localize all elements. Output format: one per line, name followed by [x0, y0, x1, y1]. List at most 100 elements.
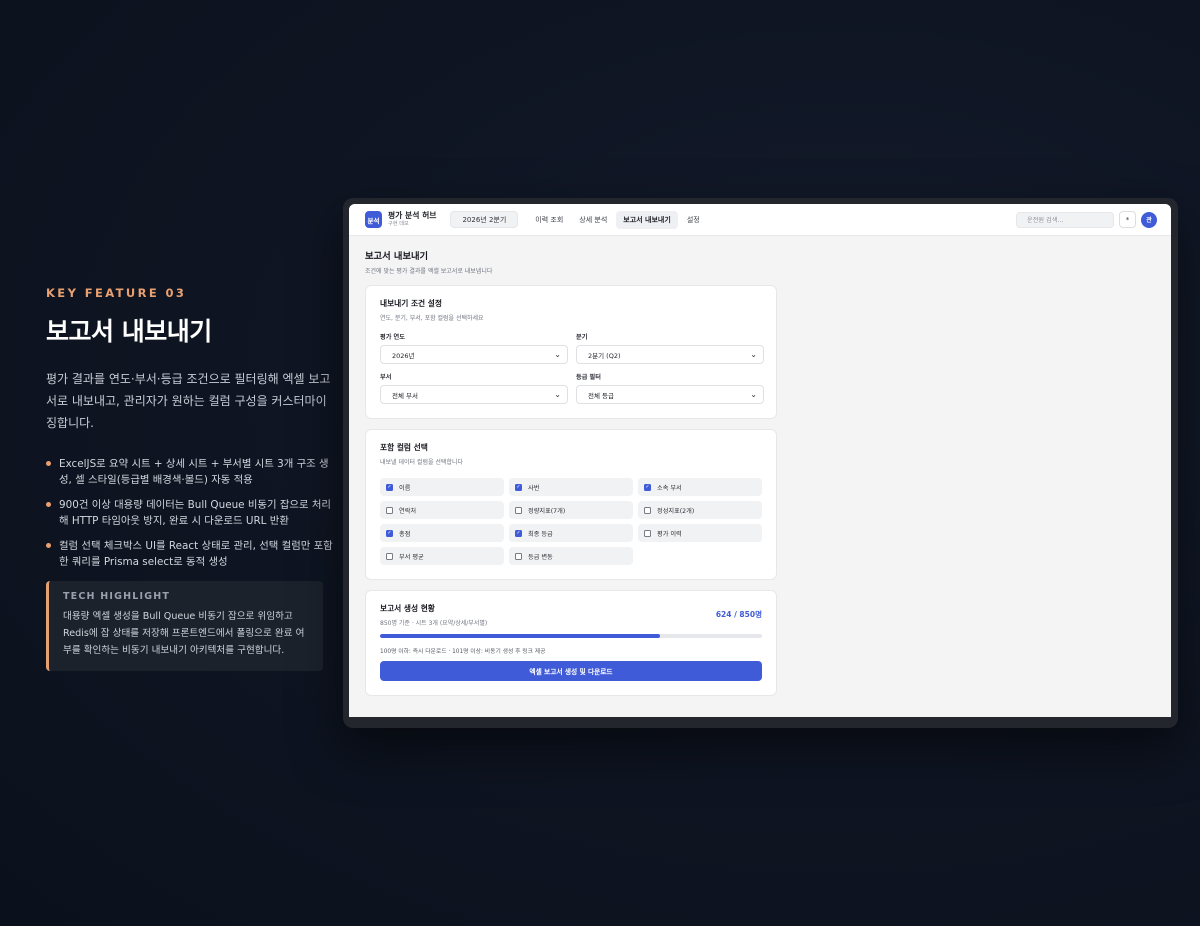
column-checkbox-item[interactable]: ✓ 총점 — [380, 524, 504, 542]
checkbox-unchecked-icon[interactable] — [515, 552, 522, 560]
column-checkbox-label: 정성지표(2개) — [657, 507, 695, 515]
column-checkbox-item[interactable]: 부서 평균 — [380, 547, 504, 565]
field-grade: 등급 필터 전체 등급 ⌄ — [576, 372, 764, 404]
column-checkbox-label: 최종 등급 — [528, 530, 553, 538]
main-nav: 이력 조회 상세 분석 보고서 내보내기 설정 — [528, 210, 708, 229]
main-content: 보고서 내보내기 조건에 맞는 평가 결과를 엑셀 보고서로 내보냅니다 내보내… — [349, 236, 1171, 708]
column-checkbox-label: 소속 부서 — [657, 484, 682, 492]
column-checkbox-label: 사번 — [528, 484, 540, 492]
chevron-down-icon: ⌄ — [554, 389, 561, 399]
column-checkbox-item[interactable]: 연락처 — [380, 501, 504, 519]
column-checkbox-label: 평가 이력 — [657, 530, 682, 538]
field-label: 평가 연도 — [380, 334, 405, 341]
card-title: 내보내기 조건 설정 — [380, 299, 442, 308]
brand-subtitle: 구현 데모 — [388, 220, 409, 227]
generate-download-button[interactable]: 엑셀 보고서 생성 및 다운로드 — [380, 661, 762, 681]
field-label: 부서 — [380, 374, 392, 381]
column-checkbox-grid: ✓ 이름 ✓ 사번 ✓ 소속 부서연락처 정량지표(7개) 정성지표(2개) ✓ 총점 ✓ 최종 등급… — [380, 478, 762, 565]
conditions-form: 평가 연도 2026년 ⌄ 분기 2분기 (Q2) ⌄ 부서 전체 부서 ⌄ 등급 필… — [380, 332, 764, 404]
top-navigation-bar: 분석 평가 분석 허브 구현 데모 2026년 2분기 이력 조회 상세 분석 … — [349, 204, 1171, 236]
page-title: 보고서 내보내기 — [365, 251, 429, 262]
feature-description: 평가 결과를 연도·부서·등급 조건으로 필터링해 엑셀 보고서로 내보내고, … — [46, 372, 331, 430]
card-title: 보고서 생성 현황 — [380, 604, 435, 613]
field-department: 부서 전체 부서 ⌄ — [380, 372, 568, 404]
feature-bullet: 900건 이상 대용량 데이터는 Bull Queue 비동기 잡으로 처리해 … — [46, 497, 336, 529]
logo-icon[interactable]: 분석 — [365, 211, 382, 228]
status-note: 100명 이하: 즉시 다운로드 · 101명 이상: 비동기 생성 후 링크 … — [380, 649, 546, 655]
year-select[interactable]: 2026년 ⌄ — [380, 345, 568, 364]
column-checkbox-item[interactable]: ✓ 최종 등급 — [509, 524, 633, 542]
checkbox-checked-icon[interactable]: ✓ — [386, 529, 393, 537]
column-checkbox-label: 부서 평균 — [399, 553, 424, 561]
column-checkbox-item[interactable]: 정성지표(2개) — [638, 501, 762, 519]
column-checkbox-label: 등급 변동 — [528, 553, 553, 561]
column-checkbox-item[interactable]: ✓ 소속 부서 — [638, 478, 762, 496]
checkbox-unchecked-icon[interactable] — [644, 529, 651, 537]
tech-highlight-title: TECH HIGHLIGHT — [63, 591, 171, 602]
column-checkbox-label: 이름 — [399, 484, 411, 492]
feature-bullet: ExcelJS로 요약 시트 + 상세 시트 + 부서별 시트 3개 구조 생성… — [46, 456, 336, 488]
status-header: 보고서 생성 현황 850명 기준 · 시트 3개 (요약/상세/부서별) 62… — [380, 603, 762, 627]
column-checkbox-item[interactable]: 정량지표(7개) — [509, 501, 633, 519]
brand: 평가 분석 허브 구현 데모 — [388, 211, 436, 229]
report-status-card: 보고서 생성 현황 850명 기준 · 시트 3개 (요약/상세/부서별) 62… — [365, 590, 777, 696]
checkbox-unchecked-icon[interactable] — [644, 506, 651, 514]
tech-highlight-box: TECH HIGHLIGHT 대용량 엑셀 생성을 Bull Queue 비동기… — [46, 581, 323, 671]
checkbox-checked-icon[interactable]: ✓ — [515, 483, 522, 491]
tech-highlight-body: 대용량 엑셀 생성을 Bull Queue 비동기 잡으로 위임하고 Redis… — [63, 611, 305, 656]
progress-fill — [380, 634, 661, 638]
column-checkbox-item[interactable]: 평가 이력 — [638, 524, 762, 542]
notification-icon[interactable]: * — [1119, 211, 1136, 228]
feature-eyebrow: KEY FEATURE 03 — [46, 286, 187, 300]
column-checkbox-label: 연락처 — [399, 507, 417, 515]
field-quarter: 분기 2분기 (Q2) ⌄ — [576, 332, 764, 364]
checkbox-unchecked-icon[interactable] — [386, 552, 393, 560]
brand-name: 평가 분석 허브 — [388, 210, 437, 220]
chevron-down-icon: ⌄ — [554, 349, 561, 359]
progress-bar — [380, 634, 762, 638]
chevron-down-icon: ⌄ — [750, 389, 757, 399]
bullet-dot-icon — [46, 543, 51, 548]
period-selector[interactable]: 2026년 2분기 — [450, 211, 519, 228]
column-checkbox-item[interactable]: ✓ 이름 — [380, 478, 504, 496]
card-title: 포함 컬럼 선택 — [380, 443, 428, 452]
top-right-controls: 운전원 검색... * 관 — [1016, 211, 1157, 228]
checkbox-unchecked-icon[interactable] — [386, 506, 393, 514]
column-checkbox-item[interactable]: 등급 변동 — [509, 547, 633, 565]
feature-bullet: 컬럼 선택 체크박스 UI를 React 상태로 관리, 선택 컬럼만 포함한 … — [46, 538, 336, 570]
nav-item-history[interactable]: 이력 조회 — [528, 211, 570, 229]
nav-item-settings[interactable]: 설정 — [680, 211, 707, 229]
search-input[interactable]: 운전원 검색... — [1016, 211, 1114, 228]
bullet-dot-icon — [46, 461, 51, 466]
checkbox-checked-icon[interactable]: ✓ — [644, 483, 651, 491]
field-label: 분기 — [576, 334, 588, 341]
feature-promo: KEY FEATURE 03 보고서 내보내기 평가 결과를 연도·부서·등급 … — [46, 286, 336, 671]
nav-item-analysis[interactable]: 상세 분석 — [572, 211, 614, 229]
department-select[interactable]: 전체 부서 ⌄ — [380, 385, 568, 404]
checkbox-checked-icon[interactable]: ✓ — [515, 529, 522, 537]
field-year: 평가 연도 2026년 ⌄ — [380, 332, 568, 364]
field-label: 등급 필터 — [576, 374, 601, 381]
column-selection-card: 포함 컬럼 선택 내보낼 데이터 컬럼을 선택합니다 ✓ 이름 ✓ 사번 ✓ 소속 부서연… — [365, 429, 777, 580]
grade-select[interactable]: 전체 등급 ⌄ — [576, 385, 764, 404]
quarter-select[interactable]: 2분기 (Q2) ⌄ — [576, 345, 764, 364]
progress-count: 624 / 850명 — [715, 610, 762, 619]
app-window-frame: 분석 평가 분석 허브 구현 데모 2026년 2분기 이력 조회 상세 분석 … — [343, 198, 1178, 728]
feature-bullets: ExcelJS로 요약 시트 + 상세 시트 + 부서별 시트 3개 구조 생성… — [46, 456, 336, 570]
chevron-down-icon: ⌄ — [750, 349, 757, 359]
card-subtitle: 내보낼 데이터 컬럼을 선택합니다 — [380, 459, 464, 466]
checkbox-unchecked-icon[interactable] — [515, 506, 522, 514]
feature-title: 보고서 내보내기 — [46, 317, 212, 346]
avatar[interactable]: 관 — [1141, 211, 1157, 228]
checkbox-checked-icon[interactable]: ✓ — [386, 483, 393, 491]
bullet-dot-icon — [46, 502, 51, 507]
column-checkbox-item[interactable]: ✓ 사번 — [509, 478, 633, 496]
column-checkbox-label: 총점 — [399, 530, 411, 538]
app-screen: 분석 평가 분석 허브 구현 데모 2026년 2분기 이력 조회 상세 분석 … — [349, 204, 1171, 717]
card-subtitle: 연도, 분기, 부서, 포함 컬럼을 선택하세요 — [380, 315, 484, 322]
card-subtitle: 850명 기준 · 시트 3개 (요약/상세/부서별) — [380, 620, 488, 627]
page-subtitle: 조건에 맞는 평가 결과를 엑셀 보고서로 내보냅니다 — [365, 268, 493, 275]
column-checkbox-label: 정량지표(7개) — [528, 507, 566, 515]
nav-item-report-export[interactable]: 보고서 내보내기 — [616, 210, 678, 229]
export-conditions-card: 내보내기 조건 설정 연도, 분기, 부서, 포함 컬럼을 선택하세요 평가 연… — [365, 285, 777, 419]
